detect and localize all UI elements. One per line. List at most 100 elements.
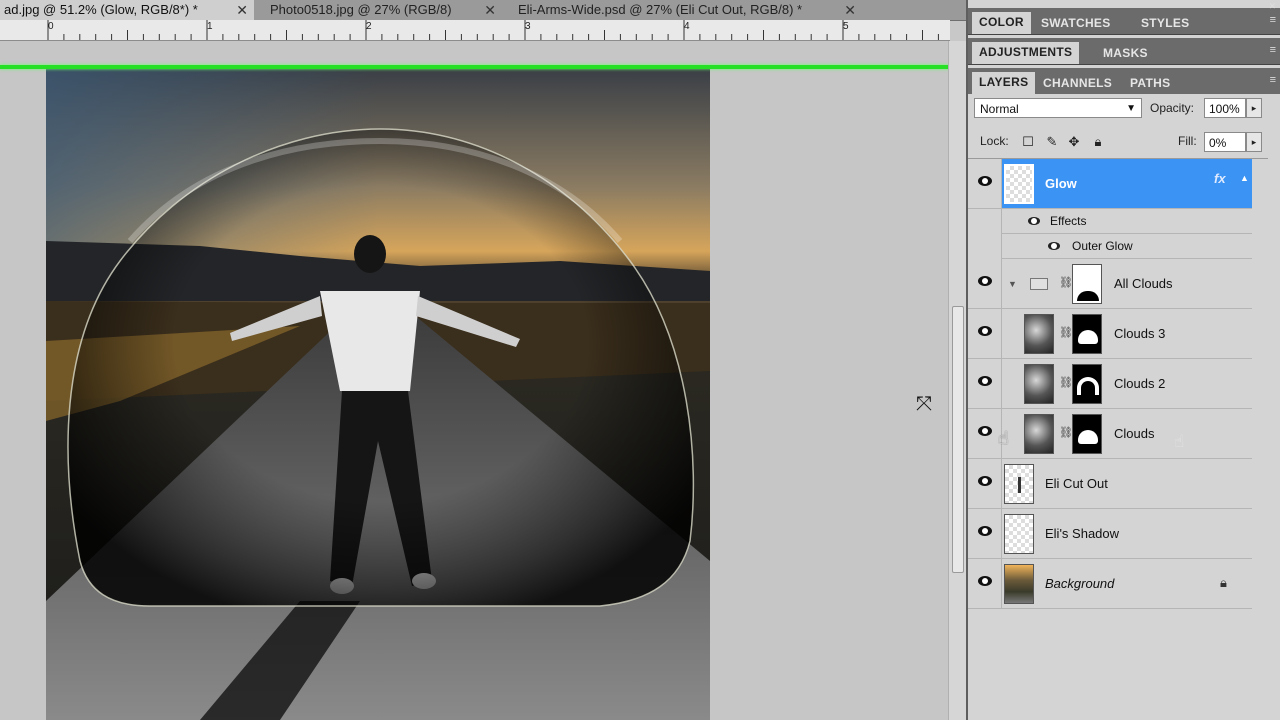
- tab-channels[interactable]: CHANNELS: [1036, 73, 1119, 93]
- eye-icon[interactable]: [1048, 242, 1060, 250]
- layer-thumbnail[interactable]: [1004, 514, 1034, 554]
- color-panel-tabs: ✕ COLOR SWATCHES STYLES ≡: [968, 1, 1280, 35]
- close-icon[interactable]: ✕: [844, 0, 856, 20]
- layer-name[interactable]: Clouds: [1114, 409, 1154, 459]
- eye-icon[interactable]: [978, 476, 992, 486]
- layer-mask-thumbnail[interactable]: [1072, 314, 1102, 354]
- ruler-number: 2: [366, 21, 372, 32]
- ruler-number: 5: [843, 21, 849, 32]
- opacity-label: Opacity:: [1150, 101, 1195, 115]
- ruler-number: 1: [207, 21, 213, 32]
- layer-name[interactable]: Background: [1045, 559, 1114, 609]
- tab-layers[interactable]: LAYERS: [972, 72, 1036, 94]
- layer-effect-outer-glow[interactable]: Outer Glow: [1002, 234, 1252, 259]
- fx-icon[interactable]: fx: [1214, 171, 1226, 186]
- vertical-scrollbar[interactable]: [948, 41, 967, 720]
- chain-icon[interactable]: ⛓︎: [1059, 376, 1073, 390]
- layer-thumbnail[interactable]: [1024, 414, 1054, 454]
- eye-icon[interactable]: [978, 376, 992, 386]
- horizontal-ruler[interactable]: 0 1 2 3 4 5: [0, 20, 950, 41]
- canvas-image[interactable]: [0, 41, 950, 720]
- layer-thumbnail[interactable]: [1004, 564, 1034, 604]
- divider: [1001, 509, 1002, 558]
- fill-slider-arrow[interactable]: ▸: [1246, 132, 1262, 152]
- eye-icon[interactable]: [978, 426, 992, 436]
- lock-position-icon[interactable]: ✥: [1066, 134, 1082, 150]
- fill-value: 0%: [1209, 136, 1227, 150]
- scrollbar-thumb[interactable]: [952, 306, 964, 573]
- layers-panel-tabs: LAYERS CHANNELS PATHS ≡: [968, 68, 1280, 95]
- layer-row-background[interactable]: Background 🔒︎: [968, 559, 1252, 609]
- tab-styles[interactable]: STYLES: [1134, 13, 1196, 33]
- eye-icon[interactable]: [978, 276, 992, 286]
- effects-label: Effects: [1050, 214, 1087, 228]
- eye-icon[interactable]: [978, 576, 992, 586]
- chain-icon[interactable]: ⛓︎: [1059, 426, 1073, 440]
- mask-shape: [1078, 330, 1098, 344]
- eye-icon[interactable]: [978, 326, 992, 336]
- mask-shape: [1078, 430, 1098, 444]
- lock-transparent-icon[interactable]: ☐: [1020, 134, 1036, 150]
- opacity-field[interactable]: 100%: [1204, 98, 1246, 118]
- close-icon[interactable]: ✕: [1268, 1, 1276, 12]
- document-tab[interactable]: Eli-Arms-Wide.psd @ 27% (Eli Cut Out, RG…: [506, 0, 862, 20]
- layer-thumbnail[interactable]: [1024, 364, 1054, 404]
- adjustments-panel-tabs: ADJUSTMENTS MASKS ≡: [968, 38, 1280, 65]
- layer-thumbnail[interactable]: [1004, 164, 1034, 204]
- tab-color[interactable]: COLOR: [972, 12, 1031, 34]
- fill-label: Fill:: [1178, 134, 1197, 148]
- close-icon[interactable]: ✕: [236, 0, 248, 20]
- panel-menu-icon[interactable]: ≡: [1270, 74, 1276, 86]
- lock-label: Lock:: [980, 134, 1009, 148]
- close-icon[interactable]: ✕: [484, 0, 496, 20]
- blend-mode-value: Normal: [980, 102, 1019, 116]
- hand-cursor-icon: ☝: [1174, 432, 1185, 451]
- layer-name[interactable]: Glow: [1045, 159, 1077, 209]
- layer-mask-thumbnail[interactable]: [1072, 264, 1102, 304]
- layer-row-eli-cut-out[interactable]: Eli Cut Out: [968, 459, 1252, 509]
- divider: [1001, 159, 1002, 208]
- layer-thumbnail[interactable]: [1004, 464, 1034, 504]
- fill-field[interactable]: 0%: [1204, 132, 1246, 152]
- eye-icon[interactable]: [1028, 217, 1040, 225]
- layer-mask-thumbnail[interactable]: [1072, 364, 1102, 404]
- layer-group-all-clouds[interactable]: ▼ ⛓︎ All Clouds: [968, 259, 1252, 309]
- panel-menu-icon[interactable]: ≡: [1270, 14, 1276, 26]
- opacity-slider-arrow[interactable]: ▸: [1246, 98, 1262, 118]
- tab-adjustments[interactable]: ADJUSTMENTS: [972, 42, 1080, 64]
- pasteboard[interactable]: [0, 41, 950, 720]
- layers-panel: Normal ▼ Opacity: 100% ▸ Lock: ☐ ✎ ✥ 🔒︎ …: [968, 94, 1280, 720]
- chain-icon[interactable]: ⛓︎: [1059, 326, 1073, 340]
- expand-triangle-icon[interactable]: ▼: [1008, 279, 1017, 289]
- layer-name[interactable]: Clouds 3: [1114, 309, 1165, 359]
- layer-mask-thumbnail[interactable]: [1072, 414, 1102, 454]
- layer-row-clouds-2[interactable]: ⛓︎ Clouds 2: [968, 359, 1252, 409]
- layer-name[interactable]: All Clouds: [1114, 259, 1173, 309]
- lock-image-icon[interactable]: ✎: [1044, 134, 1060, 150]
- layer-name[interactable]: Eli's Shadow: [1045, 509, 1119, 559]
- folder-icon: [1030, 278, 1048, 290]
- panel-menu-icon[interactable]: ≡: [1270, 44, 1276, 56]
- eye-icon[interactable]: [978, 526, 992, 536]
- panel-dock: ✕ COLOR SWATCHES STYLES ≡ ADJUSTMENTS MA…: [966, 0, 1280, 720]
- document-tab[interactable]: Photo0518.jpg @ 27% (RGB/8) ✕: [258, 0, 502, 20]
- tab-masks[interactable]: MASKS: [1096, 43, 1155, 63]
- layer-row-glow[interactable]: Glow fx ▲: [968, 159, 1252, 209]
- tab-swatches[interactable]: SWATCHES: [1034, 13, 1118, 33]
- chain-icon[interactable]: ⛓︎: [1059, 276, 1073, 290]
- document-tab-active[interactable]: ad.jpg @ 51.2% (Glow, RGB/8*) * ✕: [0, 0, 254, 20]
- ruler-number: 3: [525, 21, 531, 32]
- tab-paths[interactable]: PATHS: [1123, 73, 1177, 93]
- blend-mode-select[interactable]: Normal ▼: [974, 98, 1142, 118]
- padlock-icon: 🔒︎: [1220, 575, 1227, 590]
- lock-all-icon[interactable]: 🔒︎: [1090, 134, 1106, 150]
- layer-name[interactable]: Eli Cut Out: [1045, 459, 1108, 509]
- layer-row-clouds[interactable]: ⛓︎ Clouds: [968, 409, 1252, 459]
- layer-effects-row[interactable]: Effects: [1002, 209, 1252, 234]
- layer-row-eli-shadow[interactable]: Eli's Shadow: [968, 509, 1252, 559]
- eye-icon[interactable]: [978, 176, 992, 186]
- layer-name[interactable]: Clouds 2: [1114, 359, 1165, 409]
- layer-thumbnail[interactable]: [1024, 314, 1054, 354]
- layer-row-clouds-3[interactable]: ⛓︎ Clouds 3: [968, 309, 1252, 359]
- collapse-arrow-icon[interactable]: ▲: [1240, 173, 1249, 183]
